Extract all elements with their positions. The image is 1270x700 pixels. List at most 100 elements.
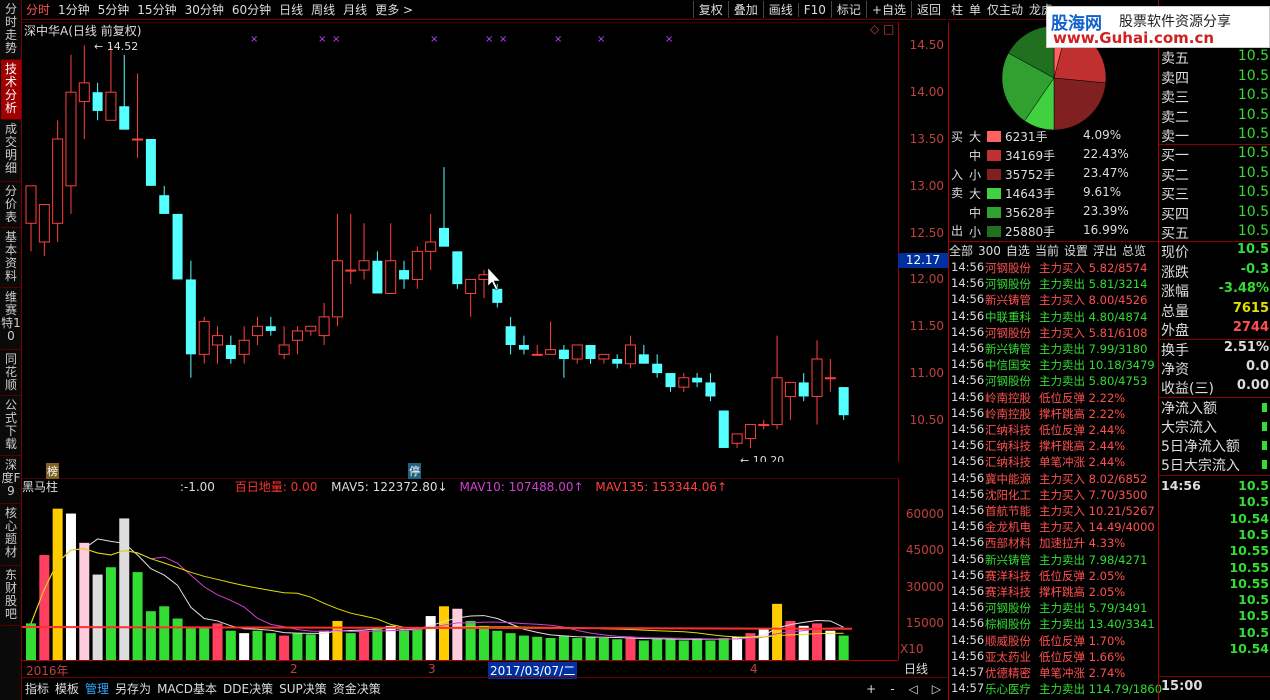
- tick-action: 主力买入 5.81/6108: [1039, 325, 1148, 340]
- volume-bar: [399, 630, 410, 660]
- tick-row[interactable]: 14:56 新兴铸管 主力买入 8.00/4526: [949, 292, 1159, 308]
- volume-bar: [159, 606, 170, 660]
- tick-row[interactable]: 14:56 河钢股份 主力买入 5.82/8574: [949, 260, 1159, 276]
- top-btn-6[interactable]: 返回: [910, 1, 946, 18]
- top-tab-8[interactable]: 月线: [339, 1, 371, 18]
- top-tab-5[interactable]: 60分钟: [228, 1, 275, 18]
- bottom-tab-2[interactable]: 管理: [82, 680, 112, 697]
- ask-price: 10.5: [1237, 87, 1269, 103]
- top-tab-6[interactable]: 日线: [275, 1, 307, 18]
- tick-row[interactable]: 14:56 岭南控股 低位反弹 2.22%: [949, 390, 1159, 406]
- top-tab-1[interactable]: 1分钟: [54, 1, 94, 18]
- trade-price: 10.5: [1238, 494, 1269, 510]
- tick-name: 岭南控股: [985, 390, 1031, 405]
- ticklist-tab-6[interactable]: 总览: [1122, 244, 1146, 258]
- candlestick-chart[interactable]: × × × × × × × × × ← 14.52 ← 10.20: [22, 22, 898, 462]
- left-tab-4[interactable]: 基本资料: [1, 228, 21, 288]
- tick-row[interactable]: 14:56 赛洋科技 低位反弹 2.05%: [949, 568, 1159, 584]
- tick-row[interactable]: 14:57 乐心医疗 主力卖出 114.79/1860: [949, 681, 1162, 697]
- date-label-4: 4: [750, 662, 758, 676]
- bottom-ctrl-3[interactable]: ▷: [929, 682, 944, 696]
- tick-row[interactable]: 14:56 河钢股份 主力卖出 5.79/3491: [949, 600, 1159, 616]
- top-tab-9[interactable]: 更多 >: [371, 1, 417, 18]
- bottom-tab-1[interactable]: 模板: [52, 680, 82, 697]
- tick-row[interactable]: 14:56 西部材料 加速拉升 4.33%: [949, 535, 1159, 551]
- left-tab-2[interactable]: 成交明细: [1, 120, 21, 182]
- top-btn-4[interactable]: 标记: [830, 1, 866, 18]
- volume-bar: [372, 628, 383, 660]
- mid-tab-0[interactable]: 柱: [948, 1, 966, 18]
- tick-row[interactable]: 14:56 金龙机电 主力买入 14.49/4000: [949, 519, 1159, 535]
- ticklist-tab-4[interactable]: 设置: [1064, 244, 1088, 258]
- tick-time: 14:56: [951, 551, 985, 566]
- tick-row[interactable]: 14:56 亚太药业 低位反弹 1.66%: [949, 649, 1159, 665]
- bottom-tab-5[interactable]: DDE决策: [220, 680, 276, 697]
- bid-label: 买一: [1161, 148, 1189, 164]
- left-tab-6[interactable]: 同花顺: [1, 350, 21, 396]
- stat-row: 现价 10.5: [1159, 242, 1270, 261]
- tick-row[interactable]: 14:56 棕榈股份 主力卖出 13.40/3341: [949, 616, 1159, 632]
- ticklist-tab-1[interactable]: 300: [978, 244, 1001, 258]
- chart-corner-icons[interactable]: ◇ □: [870, 22, 894, 36]
- bottom-ctrl-2[interactable]: ◁: [906, 682, 921, 696]
- bid-label: 买四: [1161, 206, 1189, 223]
- tick-row[interactable]: 14:56 河钢股份 主力买入 5.81/6108: [949, 325, 1159, 341]
- tick-row[interactable]: 14:56 河钢股份 主力卖出 5.80/4753: [949, 373, 1159, 389]
- bottom-tab-4[interactable]: MACD基本: [154, 680, 220, 697]
- left-tab-1[interactable]: 技术分析: [1, 60, 21, 120]
- bottom-tab-0[interactable]: 指标: [22, 680, 52, 697]
- left-tab-8[interactable]: 深度F9: [1, 456, 21, 504]
- volume-bar: [132, 572, 143, 660]
- tick-row[interactable]: 14:56 赛洋科技 撑杆跳高 2.05%: [949, 584, 1159, 600]
- ticklist-tab-2[interactable]: 自选: [1006, 244, 1030, 258]
- top-btn-0[interactable]: 复权: [692, 1, 728, 18]
- tick-row[interactable]: 14:56 沈阳化工 主力买入 7.70/3500: [949, 487, 1159, 503]
- left-tab-0[interactable]: 分时走势: [1, 0, 21, 60]
- volume-bar: [39, 555, 50, 660]
- left-tab-7[interactable]: 公式下载: [1, 396, 21, 456]
- signal-marker-3: ×: [430, 34, 438, 45]
- top-tab-4[interactable]: 30分钟: [181, 1, 228, 18]
- left-tab-10[interactable]: 东财股吧: [1, 566, 21, 626]
- top-btn-2[interactable]: 画线: [762, 1, 798, 18]
- tick-row[interactable]: 14:56 顺威股份 低位反弹 1.70%: [949, 633, 1159, 649]
- tick-row[interactable]: 14:56 冀中能源 主力买入 8.02/6852: [949, 471, 1159, 487]
- ticklist-tab-3[interactable]: 当前: [1035, 244, 1059, 258]
- top-btn-5[interactable]: +自选: [865, 1, 911, 18]
- top-btn-1[interactable]: 叠加: [727, 1, 763, 18]
- bottom-tab-6[interactable]: SUP决策: [276, 680, 330, 697]
- left-tab-9[interactable]: 核心题材: [1, 504, 21, 566]
- top-btn-3[interactable]: F10: [797, 2, 831, 17]
- top-tab-3[interactable]: 15分钟: [133, 1, 180, 18]
- bottom-tab-7[interactable]: 资金决策: [330, 680, 384, 697]
- tick-row[interactable]: 14:56 首航节能 主力买入 10.21/5267: [949, 503, 1159, 519]
- ask-row: 卖一 10.5: [1159, 126, 1270, 145]
- tick-row[interactable]: 14:56 新兴铸管 主力卖出 7.99/3180: [949, 341, 1159, 357]
- mid-tab-2[interactable]: 仅主动: [984, 1, 1026, 18]
- tick-row[interactable]: 14:56 新兴铸管 主力卖出 7.98/4271: [949, 552, 1159, 568]
- volume-bar: [452, 608, 463, 660]
- tick-row[interactable]: 14:56 汇纳科技 单笔冲涨 2.44%: [949, 454, 1159, 470]
- ticklist-tab-5[interactable]: 浮出: [1093, 244, 1117, 258]
- bottom-tab-3[interactable]: 另存为: [112, 680, 154, 697]
- mid-tab-1[interactable]: 单: [966, 1, 984, 18]
- top-tab-0[interactable]: 分时: [22, 1, 54, 18]
- top-tab-7[interactable]: 周线: [307, 1, 339, 18]
- tick-row[interactable]: 14:56 中联重科 主力卖出 4.80/4874: [949, 309, 1159, 325]
- tick-row[interactable]: 14:57 优德精密 单笔冲涨 2.74%: [949, 665, 1159, 681]
- left-tab-5[interactable]: 维赛特10: [1, 288, 21, 350]
- left-tab-3[interactable]: 分价表: [1, 182, 21, 228]
- ticklist-tab-0[interactable]: 全部: [949, 244, 973, 258]
- candle: [692, 373, 703, 388]
- tick-row[interactable]: 14:56 汇纳科技 撑杆跳高 2.44%: [949, 438, 1159, 454]
- tick-action: 主力卖出 13.40/3341: [1039, 617, 1155, 632]
- volume-chart[interactable]: [22, 478, 898, 660]
- bottom-ctrl-1[interactable]: -: [887, 682, 897, 696]
- candle: [771, 335, 783, 430]
- tick-row[interactable]: 14:56 汇纳科技 低位反弹 2.44%: [949, 422, 1159, 438]
- bottom-ctrl-0[interactable]: +: [863, 682, 879, 696]
- tick-row[interactable]: 14:56 岭南控股 撑杆跳高 2.22%: [949, 406, 1159, 422]
- tick-row[interactable]: 14:56 河钢股份 主力卖出 5.81/3214: [949, 276, 1159, 292]
- top-tab-2[interactable]: 5分钟: [94, 1, 134, 18]
- tick-row[interactable]: 14:56 中信国安 主力卖出 10.18/3479: [949, 357, 1159, 373]
